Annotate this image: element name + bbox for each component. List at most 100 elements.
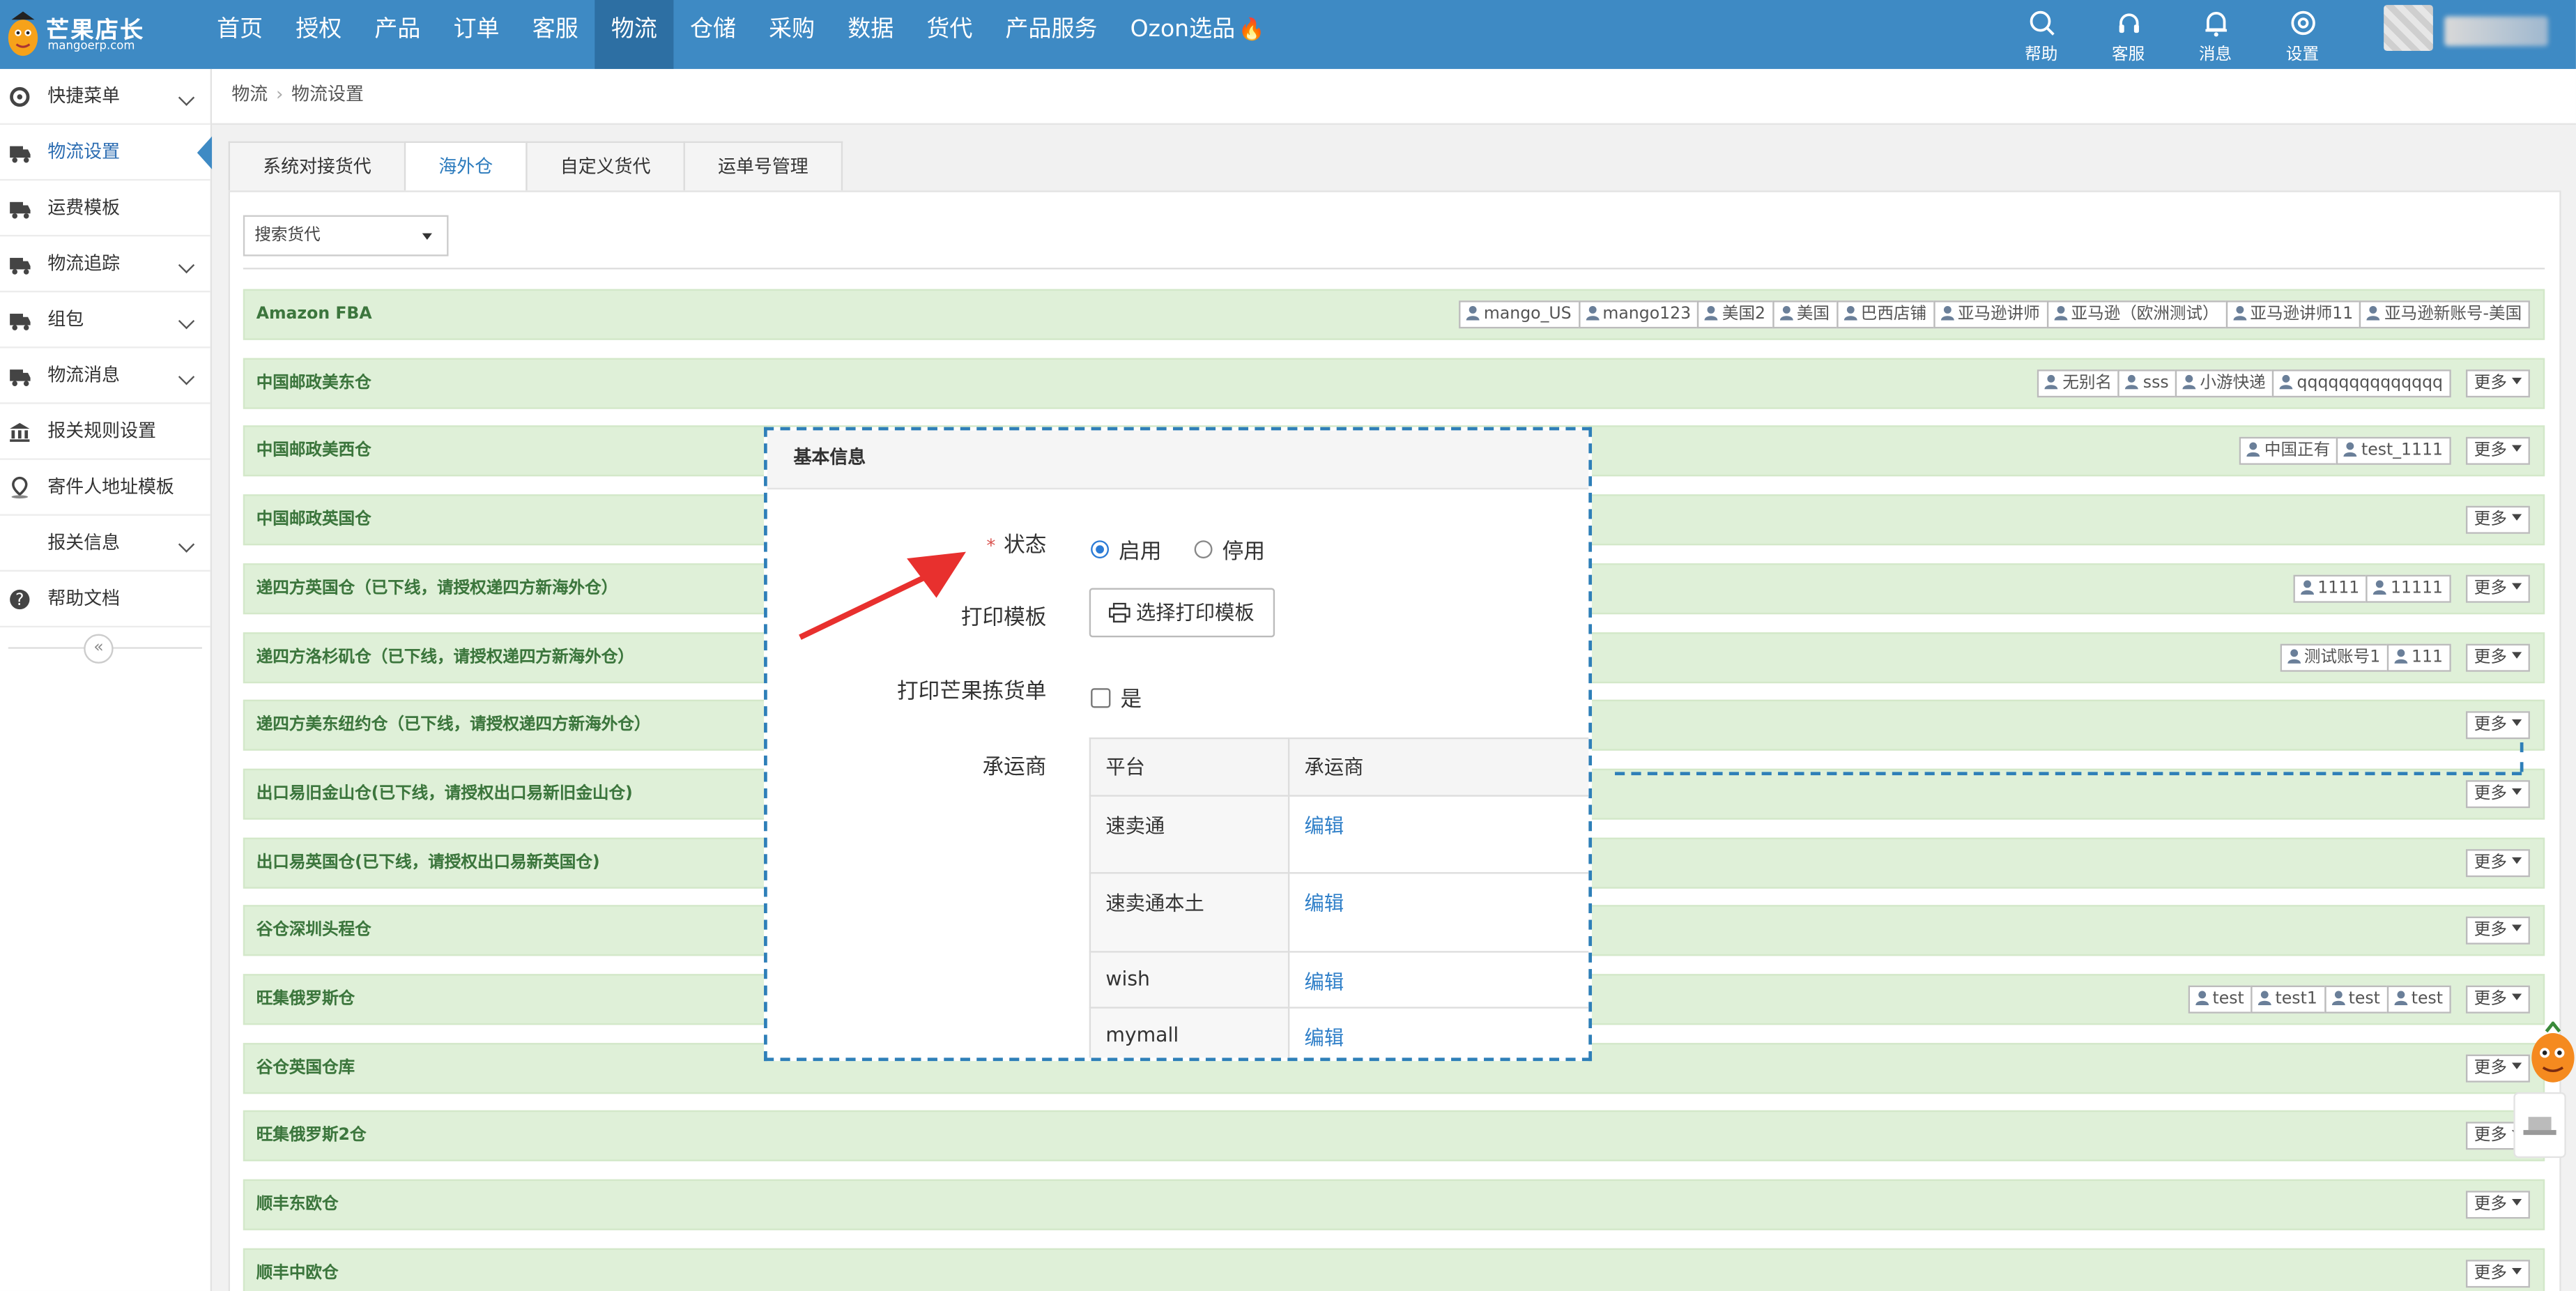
username-blurred[interactable] <box>2444 16 2548 46</box>
account-tag[interactable]: 111 <box>2386 643 2451 671</box>
account-tag[interactable]: 小游快递 <box>2175 369 2274 397</box>
account-tag-label: test1 <box>2275 990 2317 1009</box>
account-tag[interactable]: 亚马逊（欧洲测试） <box>2046 300 2228 329</box>
more-dropdown-button[interactable]: 更多 <box>2466 643 2530 671</box>
more-dropdown-button[interactable]: 更多 <box>2466 1191 2530 1219</box>
carrier-platform-cell: wish <box>1089 951 1290 1009</box>
sidebar-item[interactable]: 报关信息 <box>0 516 210 572</box>
messages-button[interactable]: 消息 <box>2172 0 2259 69</box>
checkbox-box[interactable] <box>1091 687 1111 708</box>
avatar[interactable] <box>2384 5 2433 52</box>
tab-item[interactable]: 系统对接货代 <box>228 141 406 191</box>
nav-item[interactable]: Ozon选品 🔥 <box>1114 0 1281 69</box>
radio-circle[interactable] <box>1091 540 1110 559</box>
status-radio-disable[interactable]: 停用 <box>1194 534 1265 565</box>
tab-item[interactable]: 海外仓 <box>404 141 528 191</box>
account-tag[interactable]: 亚马逊讲师 <box>1933 300 2048 329</box>
account-tag[interactable]: 测试账号1 <box>2279 643 2389 671</box>
sidebar-item[interactable]: 寄件人地址模板 <box>0 460 210 516</box>
more-dropdown-button[interactable]: 更多 <box>2466 369 2530 397</box>
more-dropdown-button[interactable]: 更多 <box>2466 1259 2530 1288</box>
account-tag[interactable]: 美国 <box>1772 300 1838 329</box>
account-tag[interactable]: test_1111 <box>2336 437 2451 466</box>
tab-item[interactable]: 运单号管理 <box>683 141 843 191</box>
sidebar-item[interactable]: ? 帮助文档 <box>0 572 210 628</box>
nav-item[interactable]: 订单 <box>437 0 516 69</box>
account-tag[interactable]: mango_US <box>1459 300 1580 329</box>
account-tag-label: qqqqqqqqqqqqqq <box>2297 374 2444 392</box>
nav-item[interactable]: 物流 <box>595 0 674 69</box>
sidebar-item[interactable]: 物流追踪 <box>0 236 210 293</box>
floating-hat-widget[interactable] <box>2513 1092 2566 1159</box>
account-tag[interactable]: 中国正有 <box>2239 437 2338 466</box>
nav-item[interactable]: 货代 <box>910 0 989 69</box>
user-icon <box>2195 991 2209 1005</box>
account-tag[interactable]: 11111 <box>2366 574 2451 603</box>
account-tag[interactable]: 美国2 <box>1697 300 1774 329</box>
carrier-edit-link[interactable]: 编辑 <box>1287 872 1589 953</box>
collapse-sidebar-button[interactable]: « <box>84 634 114 664</box>
more-dropdown-button[interactable]: 更多 <box>2466 711 2530 740</box>
breadcrumb-item[interactable]: 物流 <box>231 84 268 105</box>
nav-item[interactable]: 产品服务 <box>989 0 1114 69</box>
more-dropdown-button[interactable]: 更多 <box>2466 985 2530 1014</box>
more-dropdown-button[interactable]: 更多 <box>2466 574 2530 603</box>
nav-item[interactable]: 产品 <box>358 0 437 69</box>
more-dropdown-button[interactable]: 更多 <box>2466 917 2530 945</box>
sidebar-item[interactable]: 运费模板 <box>0 181 210 237</box>
nav-item[interactable]: 仓储 <box>673 0 752 69</box>
main-nav: 首页 授权 产品 订单 客服 物流 仓储 采购 数据 货代 产品服务 Ozon选品 🔥 <box>201 0 1282 69</box>
more-dropdown-button[interactable]: 更多 <box>2466 1053 2530 1082</box>
status-radio-enable[interactable]: 启用 <box>1091 534 1162 565</box>
account-tag[interactable]: test <box>2188 985 2253 1014</box>
logo[interactable]: 芒果店长 mangoerp.com <box>0 0 197 69</box>
more-dropdown-button[interactable]: 更多 <box>2466 779 2530 808</box>
account-tag[interactable]: qqqqqqqqqqqqqq <box>2272 369 2451 397</box>
dialog-title: 基本信息 <box>767 430 1589 490</box>
nav-item[interactable]: 客服 <box>516 0 595 69</box>
user-icon <box>2126 374 2139 389</box>
account-tag[interactable]: test1 <box>2251 985 2326 1014</box>
radio-circle[interactable] <box>1194 540 1213 559</box>
fire-icon: 🔥 <box>1238 17 1265 43</box>
account-tag[interactable]: test <box>2324 985 2389 1014</box>
account-tag[interactable]: 1111 <box>2292 574 2368 603</box>
carrier-edit-link[interactable]: 编辑 <box>1287 951 1589 1009</box>
more-dropdown-button[interactable]: 更多 <box>2466 505 2530 534</box>
user-icon <box>2393 991 2407 1005</box>
account-tag[interactable]: mango123 <box>1578 300 1699 329</box>
nav-item-label: 货代 <box>926 16 973 43</box>
sidebar-item[interactable]: 报关规则设置 <box>0 404 210 460</box>
warehouse-name: 递四方美东纽约仓（已下线，请授权递四方新海外仓） <box>256 716 651 735</box>
caret-down-icon <box>2512 856 2522 864</box>
nav-item[interactable]: 授权 <box>279 0 358 69</box>
nav-item[interactable]: 首页 <box>201 0 279 69</box>
location-icon <box>11 476 29 499</box>
account-tag[interactable]: 巴西店铺 <box>1836 300 1935 329</box>
help-button[interactable]: 帮助 <box>1998 0 2085 69</box>
chevron-down-icon <box>178 257 195 274</box>
search-forwarder-select[interactable]: 搜索货代 <box>243 215 449 257</box>
sidebar-item[interactable]: 快捷菜单 <box>0 69 210 125</box>
sidebar-item[interactable]: 组包 <box>0 292 210 349</box>
account-tag[interactable]: test <box>2386 985 2451 1014</box>
sidebar-item[interactable]: 物流设置 <box>0 125 213 181</box>
account-tag[interactable]: sss <box>2118 369 2177 397</box>
service-button[interactable]: 客服 <box>2085 0 2172 69</box>
more-dropdown-button[interactable]: 更多 <box>2466 848 2530 877</box>
nav-item[interactable]: 数据 <box>831 0 910 69</box>
tab-item[interactable]: 自定义货代 <box>526 141 685 191</box>
account-tag[interactable]: 亚马逊新账号-美国 <box>2359 300 2530 329</box>
mango-assistant-icon[interactable] <box>2524 1021 2576 1087</box>
more-dropdown-button[interactable]: 更多 <box>2466 437 2530 466</box>
settings-button[interactable]: 设置 <box>2259 0 2346 69</box>
select-print-template-button[interactable]: 选择打印模板 <box>1089 588 1275 638</box>
mango-mascot-logo-icon <box>8 11 38 56</box>
pick-list-checkbox[interactable]: 是 <box>1091 682 1142 713</box>
account-tag[interactable]: 亚马逊讲师11 <box>2225 300 2362 329</box>
sidebar-item[interactable]: 物流消息 <box>0 349 210 404</box>
account-tag[interactable]: 无别名 <box>2037 369 2120 397</box>
nav-item[interactable]: 采购 <box>753 0 831 69</box>
carrier-edit-link[interactable]: 编辑 <box>1287 795 1589 874</box>
carrier-edit-link[interactable]: 编辑 <box>1287 1007 1589 1058</box>
